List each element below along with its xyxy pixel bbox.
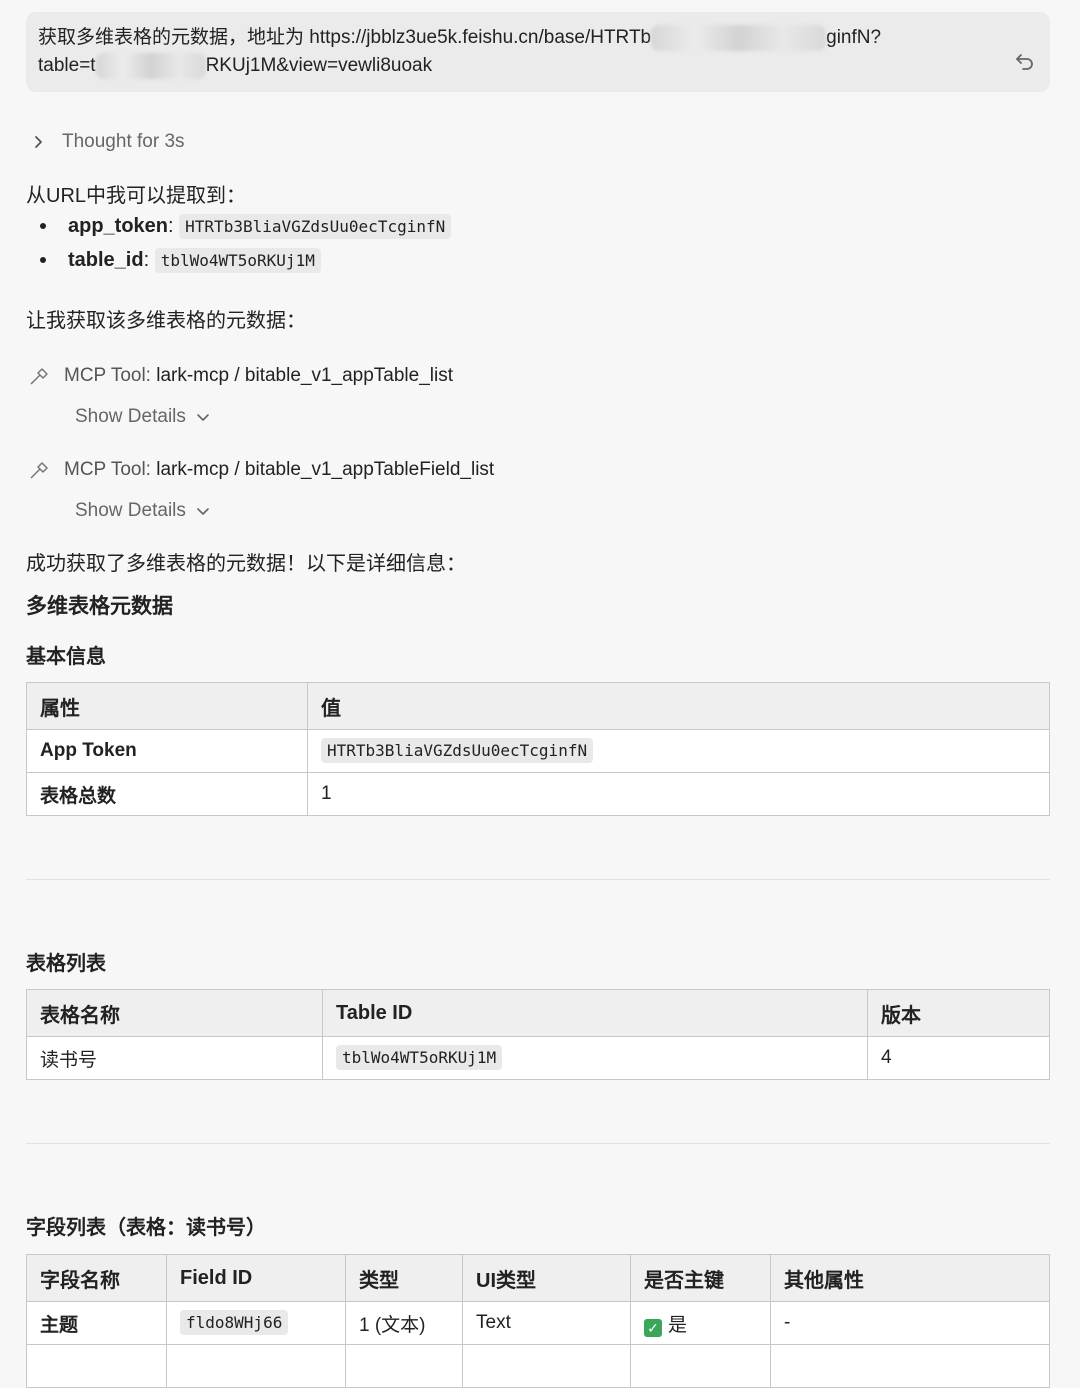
column-header: 属性 [26,682,308,730]
column-header: 表格名称 [26,989,323,1037]
list-item: app_token: HTRTb3BliaVGZdsUu0ecTcginfN [40,209,452,243]
table-row: 表格总数 1 [26,772,1050,816]
list-item: table_id: tblWo4WT5oRKUj1M [40,243,451,277]
table-row [26,1344,1050,1388]
tool-call-2: MCP Tool: lark-mcp / bitable_v1_appTable… [28,459,494,481]
table-row: App Token HTRTb3BliaVGZdsUu0ecTcginfN [26,729,1050,773]
basic-info-table: 属性 值 App Token HTRTb3BliaVGZdsUu0ecTcgin… [26,682,1050,816]
user-message-line2-prefix: table=t [38,55,96,76]
show-details-button[interactable]: Show Details [75,406,210,428]
tool-call-1: MCP Tool: lark-mcp / bitable_v1_appTable… [28,365,453,387]
redacted-blur [95,52,206,79]
check-icon: ✓ [644,1318,662,1337]
table-cell: fldo8WHj66 [166,1301,346,1345]
table-cell: ✓ 是 [630,1301,771,1345]
tool-prefix: MCP Tool: [64,365,151,386]
table-header-row: 字段名称 Field ID 类型 UI类型 是否主键 其他属性 [26,1254,1050,1302]
table-cell: HTRTb3BliaVGZdsUu0ecTcginfN [307,729,1050,773]
undo-icon[interactable] [1014,50,1036,72]
tool-prefix: MCP Tool: [64,459,151,480]
column-header: 其他属性 [770,1254,1050,1302]
user-message-line1-prefix: 获取多维表格的元数据，地址为 https://jbblz3ue5k.feishu… [38,27,652,48]
column-header: 字段名称 [26,1254,167,1302]
table-cell: 1 (文本) [345,1301,463,1345]
table-cell: Text [462,1301,631,1345]
tables-list-table: 表格名称 Table ID 版本 读书号 tblWo4WT5oRKUj1M 4 [26,989,1050,1080]
thought-toggle[interactable]: Thought for 3s [30,131,185,153]
thought-label: Thought for 3s [62,131,185,152]
column-header: Table ID [322,989,868,1037]
table-cell: 表格总数 [26,772,308,816]
table-cell: 1 [307,772,1050,816]
user-message-line1-suffix: ginfN? [826,27,882,48]
field-id-code: fldo8WHj66 [180,1310,289,1335]
table-header-row: 属性 值 [26,682,1050,730]
table-cell: 主题 [26,1301,167,1345]
metadata-heading: 多维表格元数据 [26,595,173,618]
column-header: UI类型 [462,1254,631,1302]
column-header: 类型 [345,1254,463,1302]
next-step-text: 让我获取该多维表格的元数据： [26,310,306,332]
table-cell: App Token [26,729,308,773]
divider [26,1143,1050,1144]
tables-heading: 表格列表 [26,953,106,975]
column-header: 是否主键 [630,1254,771,1302]
list-item-value: HTRTb3BliaVGZdsUu0ecTcginfN [179,213,452,239]
table-row: 读书号 tblWo4WT5oRKUj1M 4 [26,1036,1050,1080]
chevron-down-icon [197,414,209,421]
chevron-right-icon [35,136,42,148]
list-item-key: table_id [68,248,144,271]
hammer-icon [30,368,48,385]
table-cell: tblWo4WT5oRKUj1M [322,1036,868,1080]
intro-text: 从URL中我可以提取到： [26,185,247,207]
user-message-bubble: 获取多维表格的元数据，地址为 https://jbblz3ue5k.feishu… [26,12,1050,92]
list-item-value: tblWo4WT5oRKUj1M [154,247,321,273]
extracted-list: app_token: HTRTb3BliaVGZdsUu0ecTcginfN t… [40,209,452,277]
table-row: 主题 fldo8WHj66 1 (文本) Text ✓ 是 - [26,1301,1050,1345]
column-header: Field ID [166,1254,346,1302]
success-text: 成功获取了多维表格的元数据！以下是详细信息： [26,553,466,575]
table-header-row: 表格名称 Table ID 版本 [26,989,1050,1037]
primary-key-value: 是 [668,1314,688,1336]
tool-name: lark-mcp / bitable_v1_appTableField_list [156,459,495,480]
table-cell: 读书号 [26,1036,323,1080]
table-cell: - [770,1301,1050,1345]
user-message-line2-suffix: RKUj1M&view=vewli8uoak [205,55,433,76]
app-token-code: HTRTb3BliaVGZdsUu0ecTcginfN [321,738,594,763]
show-details-button[interactable]: Show Details [75,500,210,522]
table-cell: 4 [867,1036,1050,1080]
fields-table: 字段名称 Field ID 类型 UI类型 是否主键 其他属性 主题 fldo8… [26,1254,1050,1388]
show-details-label: Show Details [75,500,186,521]
list-item-key: app_token [68,214,169,237]
divider [26,879,1050,880]
basic-info-heading: 基本信息 [26,646,106,668]
tool-name: lark-mcp / bitable_v1_appTable_list [156,365,454,386]
column-header: 值 [307,682,1050,730]
fields-heading: 字段列表（表格：读书号） [26,1217,266,1239]
hammer-icon [30,462,48,479]
table-id-code: tblWo4WT5oRKUj1M [336,1045,503,1070]
redacted-blur [651,24,827,51]
chevron-down-icon [197,508,209,515]
column-header: 版本 [867,989,1050,1037]
show-details-label: Show Details [75,406,186,427]
